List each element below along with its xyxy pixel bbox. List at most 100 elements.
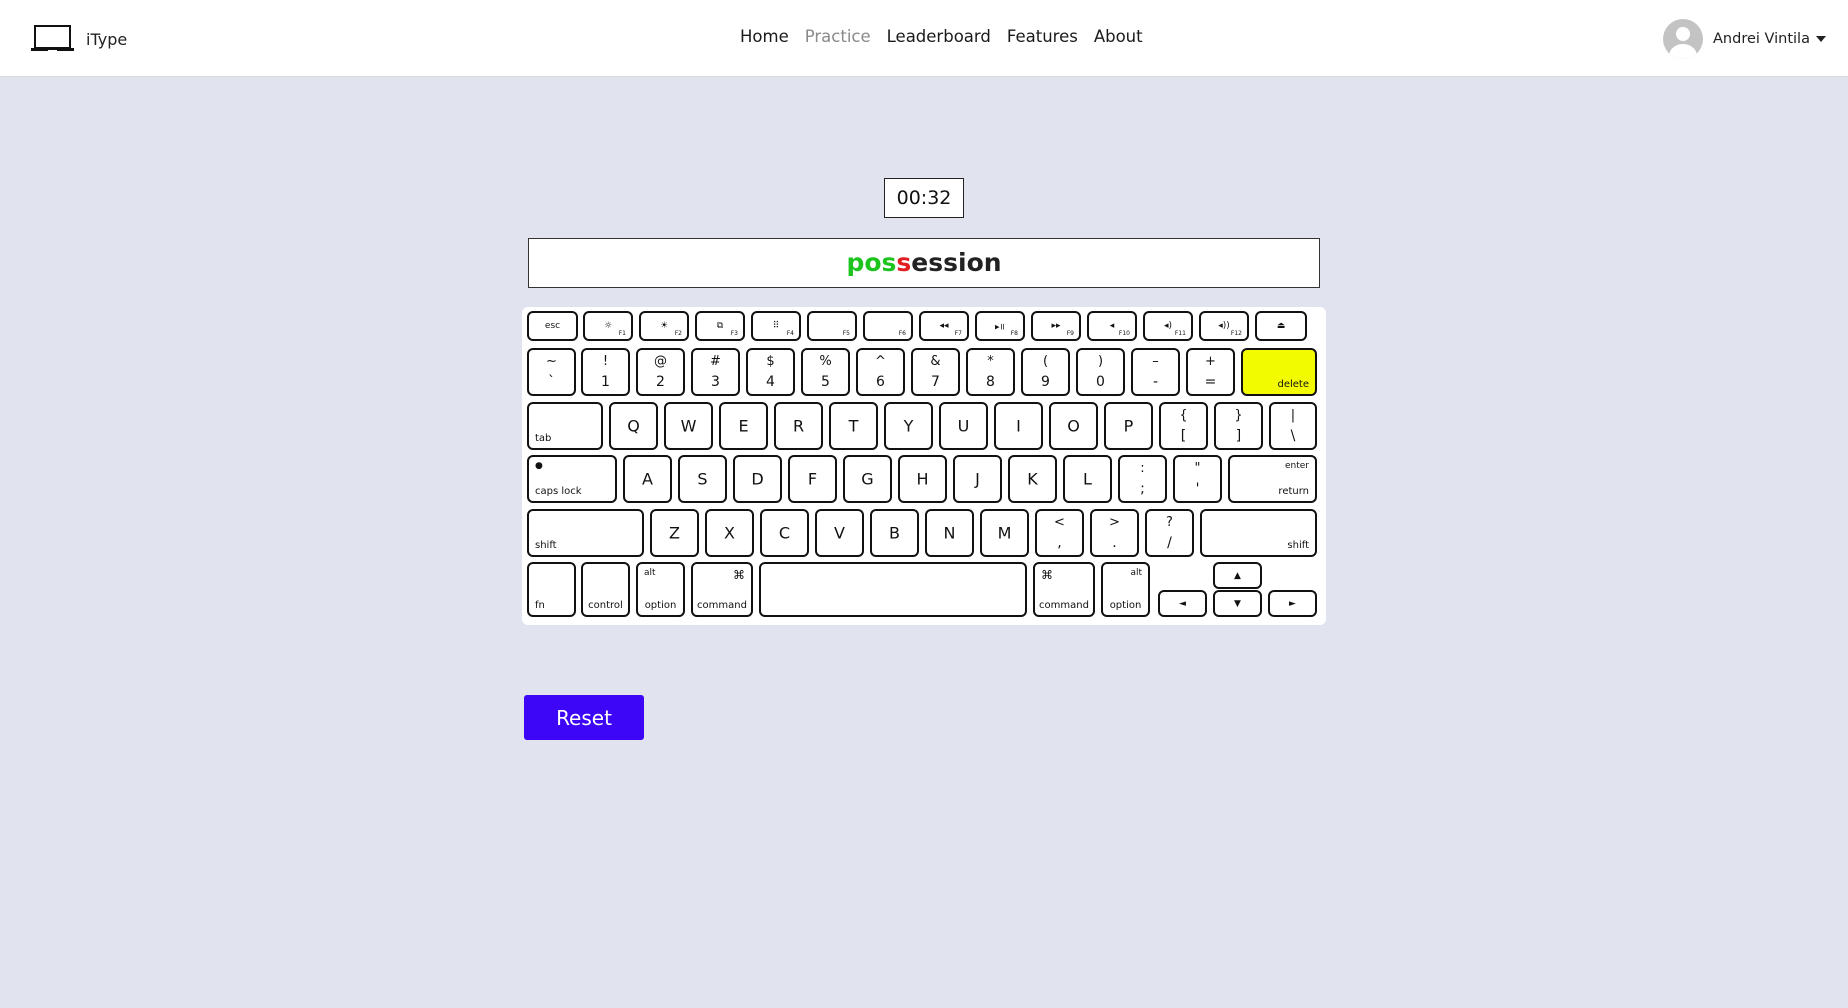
key-d[interactable]: D <box>733 455 782 503</box>
nav-leaderboard[interactable]: Leaderboard <box>887 27 991 46</box>
key-p[interactable]: P <box>1104 402 1153 450</box>
key-s[interactable]: S <box>678 455 727 503</box>
key-f4[interactable]: ⠿ F4 <box>751 311 801 341</box>
key-k[interactable]: K <box>1008 455 1057 503</box>
word-incorrect-part: s <box>896 248 912 277</box>
key-f[interactable]: F <box>788 455 837 503</box>
key-9[interactable]: (9 <box>1021 348 1070 396</box>
key-f12[interactable]: ◂)) F12 <box>1199 311 1249 341</box>
timer: 00:32 <box>884 178 964 218</box>
key-2[interactable]: @2 <box>636 348 685 396</box>
word-correct-part: pos <box>846 248 897 277</box>
key-arrow-up[interactable]: ▲ <box>1213 562 1262 589</box>
key-m[interactable]: M <box>980 509 1029 557</box>
key-6[interactable]: ^ 6 <box>856 348 905 396</box>
key-x[interactable]: X <box>705 509 754 557</box>
key-4[interactable]: $4 <box>746 348 795 396</box>
key-w[interactable]: W <box>664 402 713 450</box>
key-arrow-right[interactable]: ► <box>1268 590 1317 617</box>
key-shift-left[interactable]: shift <box>527 509 644 557</box>
key-r[interactable]: R <box>774 402 823 450</box>
key-g[interactable]: G <box>843 455 892 503</box>
key-t[interactable]: T <box>829 402 878 450</box>
command-icon: ⌘ <box>733 568 745 582</box>
key-7[interactable]: & 7 <box>911 348 960 396</box>
key-f1[interactable]: ☼ F1 <box>583 311 633 341</box>
word-display: possession <box>528 238 1320 288</box>
key-1[interactable]: ! 1 <box>581 348 630 396</box>
key-control[interactable]: control <box>581 562 630 617</box>
key-f7[interactable]: ◂◂ F7 <box>919 311 969 341</box>
arrow-left-icon: ◄ <box>1179 598 1186 609</box>
key-n[interactable]: N <box>925 509 974 557</box>
key-arrow-left[interactable]: ◄ <box>1158 590 1207 617</box>
key-f3[interactable]: ⧉ F3 <box>695 311 745 341</box>
nav-home[interactable]: Home <box>740 27 789 46</box>
caps-indicator-icon: ● <box>535 461 543 471</box>
key-esc[interactable]: esc <box>527 311 578 341</box>
key-z[interactable]: Z <box>650 509 699 557</box>
key-option-right[interactable]: alt option <box>1101 562 1150 617</box>
key-f6[interactable]: F6 <box>863 311 913 341</box>
key-backslash[interactable]: | \ <box>1269 402 1317 450</box>
key-semicolon[interactable]: :; <box>1118 455 1167 503</box>
nav-about[interactable]: About <box>1094 27 1143 46</box>
arrow-down-icon: ▼ <box>1234 598 1241 609</box>
key-tab[interactable]: tab <box>527 402 603 450</box>
key-space[interactable] <box>759 562 1027 617</box>
key-command-left[interactable]: ⌘ command <box>691 562 753 617</box>
key-equals[interactable]: + = <box>1186 348 1235 396</box>
nav-practice[interactable]: Practice <box>805 27 871 46</box>
caret-down-icon <box>1815 36 1826 42</box>
nav-features[interactable]: Features <box>1007 27 1078 46</box>
key-c[interactable]: C <box>760 509 809 557</box>
key-comma[interactable]: <, <box>1035 509 1084 557</box>
key-option-left[interactable]: alt option <box>636 562 685 617</box>
key-f10[interactable]: ◂ F10 <box>1087 311 1137 341</box>
key-a[interactable]: A <box>623 455 672 503</box>
user-name: Andrei Vintila <box>1713 31 1810 47</box>
key-minus[interactable]: – - <box>1131 348 1180 396</box>
key-eject[interactable]: ⏏ <box>1255 311 1307 341</box>
key-period[interactable]: >. <box>1090 509 1139 557</box>
key-delete[interactable]: delete <box>1241 348 1317 396</box>
key-u[interactable]: U <box>939 402 988 450</box>
key-f11[interactable]: ◂) F11 <box>1143 311 1193 341</box>
key-fn[interactable]: fn <box>527 562 576 617</box>
key-j[interactable]: J <box>953 455 1002 503</box>
key-caps-lock[interactable]: ● caps lock <box>527 455 617 503</box>
key-i[interactable]: I <box>994 402 1043 450</box>
key-f8[interactable]: ▸॥ F8 <box>975 311 1025 341</box>
key-o[interactable]: O <box>1049 402 1098 450</box>
key-l[interactable]: L <box>1063 455 1112 503</box>
key-8[interactable]: * 8 <box>966 348 1015 396</box>
key-b[interactable]: B <box>870 509 919 557</box>
key-slash[interactable]: ? / <box>1145 509 1194 557</box>
key-h[interactable]: H <box>898 455 947 503</box>
key-f5[interactable]: F5 <box>807 311 857 341</box>
user-avatar-icon <box>1663 19 1703 59</box>
key-v[interactable]: V <box>815 509 864 557</box>
key-command-right[interactable]: ⌘ command <box>1033 562 1095 617</box>
brand-name: iType <box>86 29 128 49</box>
key-y[interactable]: Y <box>884 402 933 450</box>
key-open-bracket[interactable]: {[ <box>1159 402 1208 450</box>
key-return[interactable]: enter return <box>1228 455 1317 503</box>
key-shift-right[interactable]: shift <box>1200 509 1317 557</box>
key-backtick[interactable]: ~ ` <box>527 348 576 396</box>
key-arrow-down[interactable]: ▼ <box>1213 590 1262 617</box>
key-f9[interactable]: ▸▸ F9 <box>1031 311 1081 341</box>
user-menu[interactable]: Andrei Vintila <box>1663 19 1826 59</box>
key-f2[interactable]: ☀ F2 <box>639 311 689 341</box>
arrow-right-icon: ► <box>1289 598 1296 609</box>
key-e[interactable]: E <box>719 402 768 450</box>
key-0[interactable]: ) 0 <box>1076 348 1125 396</box>
key-q[interactable]: Q <box>609 402 658 450</box>
key-close-bracket[interactable]: }] <box>1214 402 1263 450</box>
key-quote[interactable]: " ' <box>1173 455 1222 503</box>
reset-button[interactable]: Reset <box>524 695 644 740</box>
brand-link[interactable]: iType <box>30 24 127 54</box>
key-5[interactable]: % 5 <box>801 348 850 396</box>
key-3[interactable]: #3 <box>691 348 740 396</box>
nav-links: Home Practice Leaderboard Features About <box>740 27 1159 46</box>
